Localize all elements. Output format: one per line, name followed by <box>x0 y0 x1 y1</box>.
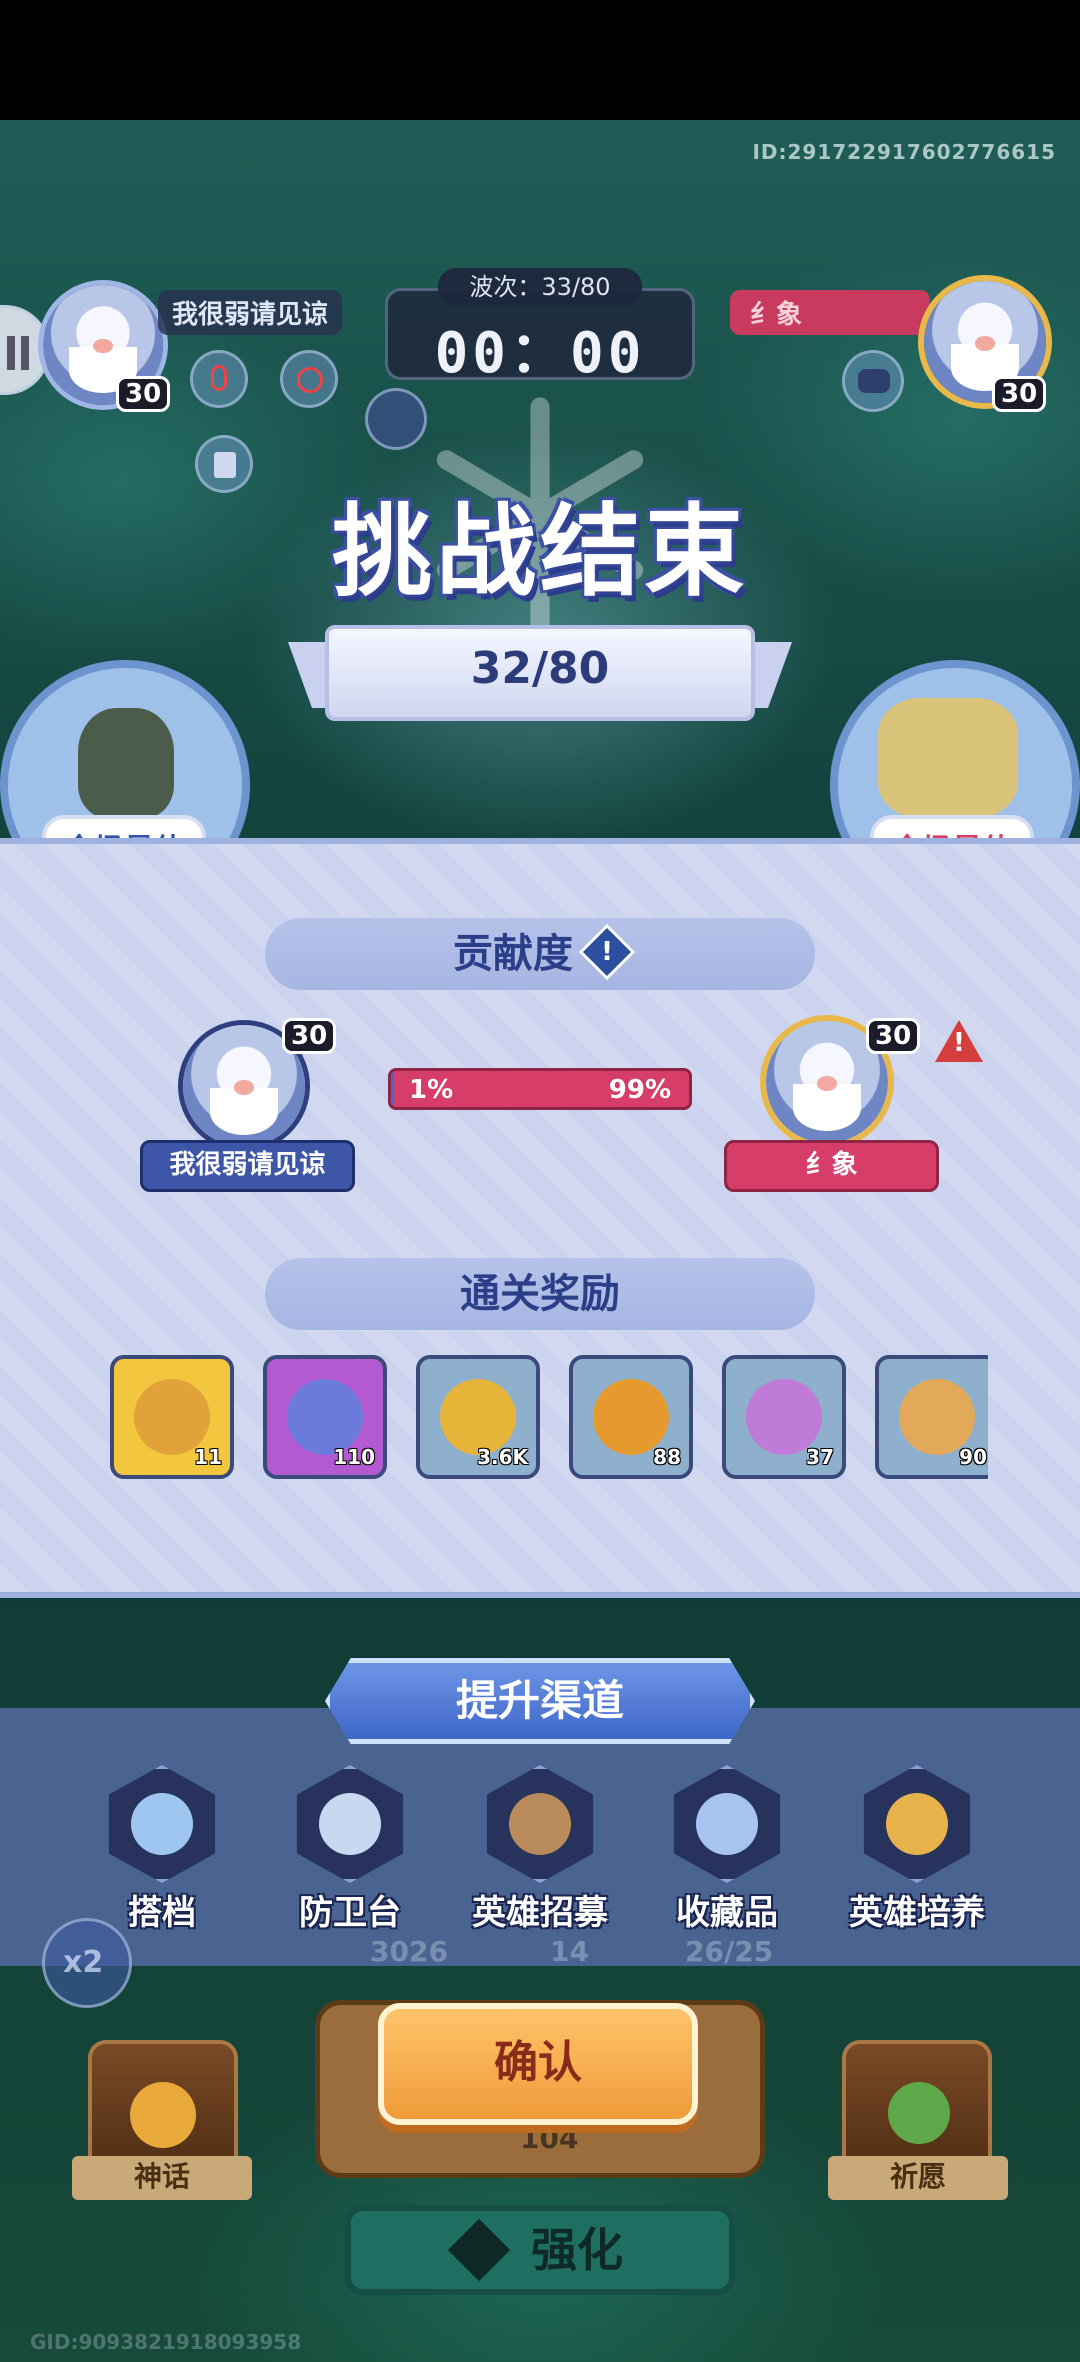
reward-item[interactable]: 37 <box>722 1355 846 1479</box>
contrib-right-name: 纟象 <box>724 1140 939 1192</box>
resource-b-value: 14 <box>550 1935 589 1968</box>
purple-ore-icon <box>746 1379 822 1455</box>
enhance-gem-icon <box>447 2218 511 2281</box>
reward-list[interactable]: 11 110 3.6K 88 37 90 <box>110 1355 988 1485</box>
speech-bubble-icon <box>858 369 890 393</box>
warning-glyph: ! <box>953 1028 965 1058</box>
cookie-icon <box>899 1379 975 1455</box>
rewards-title: 通关奖励 <box>460 1271 620 1317</box>
boost-item-frame <box>296 1765 404 1883</box>
partner-icon <box>131 1793 193 1855</box>
speed-button[interactable]: x2 <box>42 1918 132 2008</box>
hero-card-icon <box>886 1793 948 1855</box>
wish-label: 祈愿 <box>828 2156 1008 2200</box>
right-player-name: 纟象 <box>730 290 930 335</box>
resource-c-value: 26/25 <box>685 1935 774 1968</box>
speed-label: x2 <box>63 1945 104 1980</box>
enhance-button[interactable]: 强化 <box>345 2205 735 2295</box>
soldier-hero-icon <box>78 708 174 818</box>
nose-shape <box>975 335 995 351</box>
game-screen: ID:291722917602776615 30 我很弱请见谅 波次：33/80… <box>0 0 1080 2362</box>
boost-item[interactable]: 收藏品 <box>652 1765 802 1934</box>
warning-icon[interactable]: ! <box>935 1020 983 1062</box>
contrib-left-level: 30 <box>282 1018 337 1054</box>
reward-count: 37 <box>806 1445 834 1469</box>
emoji-off-icon <box>297 367 323 393</box>
myth-label: 神话 <box>72 2156 252 2200</box>
report-button[interactable] <box>195 435 253 493</box>
beard-shape <box>209 1088 279 1135</box>
nose-shape <box>234 1079 254 1095</box>
boost-item-label: 防卫台 <box>299 1893 401 1933</box>
beard-shape <box>792 1084 862 1131</box>
contrib-left-name: 我很弱请见谅 <box>140 1140 355 1192</box>
final-score: 32/80 <box>470 643 610 694</box>
nose-shape <box>93 339 113 354</box>
mic-off-icon <box>211 365 227 391</box>
dragon-hero-icon <box>878 698 1018 818</box>
boost-item-frame <box>486 1765 594 1883</box>
boost-item-label: 英雄招募 <box>472 1893 608 1933</box>
wave-label: 波次：33/80 <box>438 268 642 306</box>
boost-item-frame <box>863 1765 971 1883</box>
contribution-header: 贡献度! <box>265 918 815 990</box>
boost-item[interactable]: 搭档 <box>87 1765 237 1934</box>
key-icon <box>134 1379 210 1455</box>
defense-platform-icon <box>319 1793 381 1855</box>
reward-item[interactable]: 88 <box>569 1355 693 1479</box>
challenge-over-title: 挑战结束 <box>332 493 748 610</box>
boost-item-label: 收藏品 <box>676 1893 778 1933</box>
trophy-icon <box>593 1379 669 1455</box>
status-bar <box>0 0 1080 120</box>
rewards-header: 通关奖励 <box>265 1258 815 1330</box>
player-id: ID:291722917602776615 <box>752 140 1056 164</box>
contribution-left-percent: 1% <box>409 1075 454 1105</box>
confirm-button[interactable]: 确认 <box>378 2003 698 2125</box>
mute-chat-button[interactable] <box>280 350 338 408</box>
pause-icon <box>7 336 15 370</box>
reward-count: 3.6K <box>477 1445 528 1469</box>
reward-count: 90 <box>959 1445 987 1469</box>
enhance-label: 强化 <box>531 2223 623 2277</box>
crystal-icon <box>287 1379 363 1455</box>
boost-item[interactable]: 英雄招募 <box>465 1765 615 1934</box>
right-player-level: 30 <box>992 376 1047 412</box>
boost-item[interactable]: 防卫台 <box>275 1765 425 1934</box>
reward-item[interactable]: 90 <box>875 1355 988 1479</box>
mute-mic-button[interactable] <box>190 350 248 408</box>
reward-item[interactable]: 3.6K <box>416 1355 540 1479</box>
boost-item-frame <box>108 1765 216 1883</box>
boost-item-label: 英雄培养 <box>849 1893 985 1933</box>
contribution-left-fill <box>391 1071 394 1107</box>
contribution-title: 贡献度 <box>453 931 573 977</box>
left-player-name: 我很弱请见谅 <box>158 290 343 335</box>
info-icon[interactable]: ! <box>578 923 636 981</box>
reward-count: 110 <box>333 1445 375 1469</box>
edit-icon <box>214 452 236 478</box>
left-player-level: 30 <box>116 376 171 412</box>
clover-icon <box>888 2082 950 2144</box>
reward-item[interactable]: 110 <box>263 1355 387 1479</box>
game-uid: GID:9093821918093958 <box>30 2330 302 2354</box>
contribution-right-percent: 99% <box>608 1075 671 1105</box>
hero-recruit-icon <box>509 1793 571 1855</box>
boost-item[interactable]: 英雄培养 <box>842 1765 992 1934</box>
coin-icon <box>440 1379 516 1455</box>
under-confirm-value: 104 <box>520 2122 579 2155</box>
reward-item[interactable]: 11 <box>110 1355 234 1479</box>
boost-item-frame <box>673 1765 781 1883</box>
reward-count: 11 <box>194 1445 222 1469</box>
reward-count: 88 <box>653 1445 681 1469</box>
chat-button[interactable] <box>842 350 904 412</box>
nose-shape <box>817 1075 837 1091</box>
feather-icon <box>696 1793 758 1855</box>
myth-crest-icon <box>130 2082 196 2148</box>
resource-a-value: 3026 <box>370 1935 448 1968</box>
boost-channel-title: 提升渠道 <box>325 1658 755 1744</box>
contrib-right-level: 30 <box>866 1018 921 1054</box>
round-timer: 00：00 <box>434 321 646 386</box>
contribution-bar: 1% 99% <box>388 1068 692 1110</box>
info-glyph: ! <box>601 937 613 967</box>
